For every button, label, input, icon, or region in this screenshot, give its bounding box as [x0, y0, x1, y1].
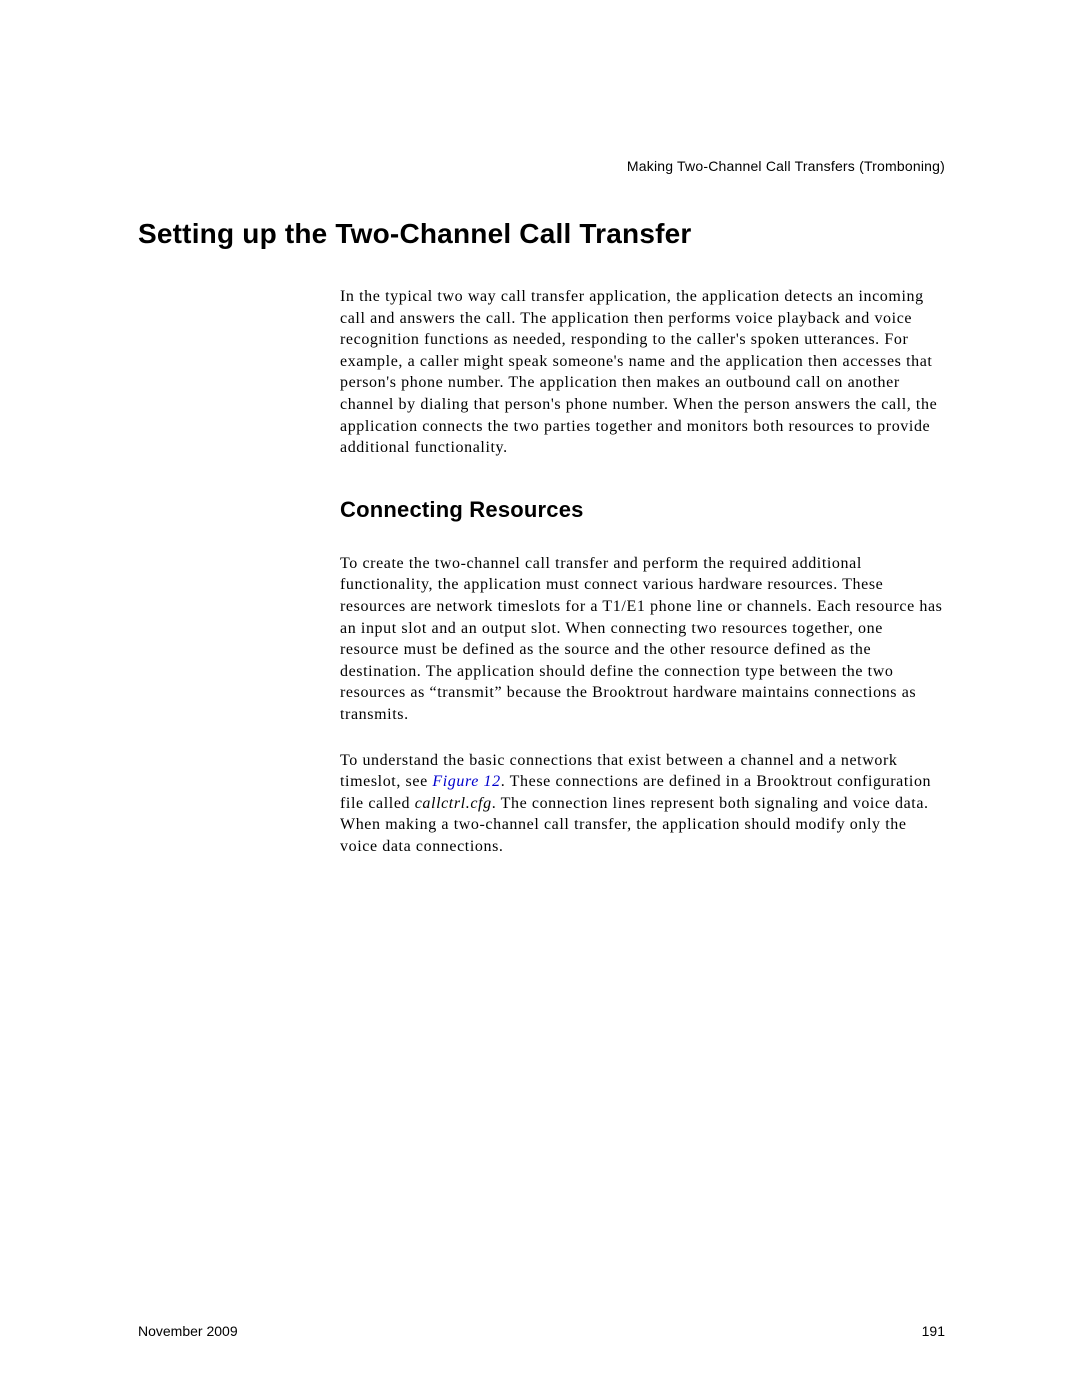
intro-paragraph: In the typical two way call transfer app…: [340, 286, 945, 459]
running-header: Making Two-Channel Call Transfers (Tromb…: [138, 158, 945, 174]
subheading-connecting-resources: Connecting Resources: [340, 497, 945, 523]
figure-12-link[interactable]: Figure 12: [432, 773, 500, 790]
footer-page-number: 191: [922, 1323, 945, 1339]
heading-main: Setting up the Two-Channel Call Transfer: [138, 218, 945, 250]
body-content: In the typical two way call transfer app…: [340, 286, 945, 857]
page-footer: November 2009 191: [138, 1323, 945, 1339]
footer-date: November 2009: [138, 1323, 238, 1339]
page-container: Making Two-Channel Call Transfers (Tromb…: [0, 0, 1080, 1397]
paragraph-2: To create the two-channel call transfer …: [340, 553, 945, 726]
paragraph-3: To understand the basic connections that…: [340, 750, 945, 858]
para3-filename: callctrl.cfg: [415, 795, 492, 812]
